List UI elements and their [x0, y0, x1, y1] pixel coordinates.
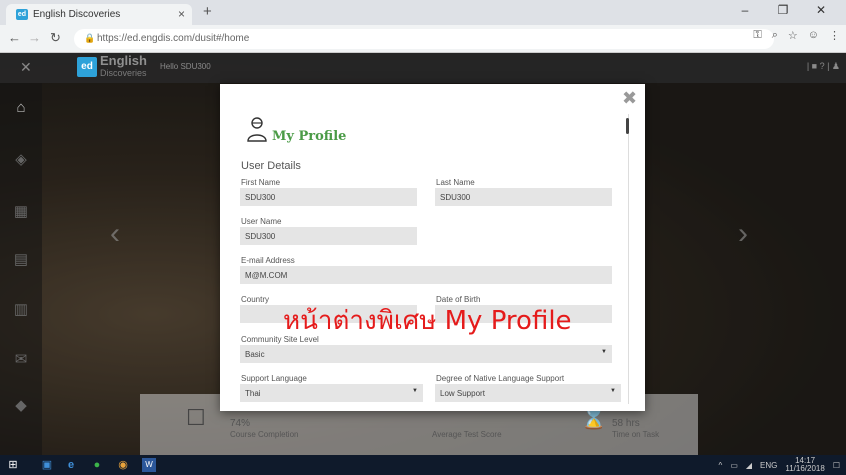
completion-icon: ☐	[186, 405, 206, 430]
greeting: Hello SDU300	[160, 62, 211, 71]
header-controls[interactable]: | ■ ? | ♟	[807, 61, 840, 72]
carousel-next-icon[interactable]: ›	[738, 217, 748, 251]
first-name-field[interactable]: SDU300	[240, 188, 417, 206]
modal-scrollbar-thumb[interactable]	[626, 118, 629, 134]
browser-tab[interactable]: ed English Discoveries ×	[6, 4, 192, 25]
chevron-down-icon: ▼	[412, 388, 418, 394]
system-tray: ^ ▭ ◢ ENG 14:17 11/16/2018 ☐	[719, 457, 840, 473]
sidebar: ⌂ ◈ ▦ ▤ ▥ ✉ ◆	[0, 83, 42, 455]
home-icon[interactable]: ⌂	[10, 97, 32, 119]
menu-dots-icon[interactable]: ⋮	[829, 29, 840, 42]
last-name-label: Last Name	[436, 178, 475, 187]
support-language-select[interactable]: Thai ▼	[240, 384, 423, 402]
app-close-icon[interactable]: ✕	[20, 59, 32, 76]
community-level-select[interactable]: Basic ▼	[240, 345, 612, 363]
zoom-icon[interactable]: ⌕	[772, 29, 778, 42]
restore-button[interactable]: ❐	[764, 3, 802, 21]
key-icon[interactable]: ⚿	[753, 29, 761, 42]
carousel-prev-icon[interactable]: ‹	[110, 217, 120, 251]
community-icon[interactable]: ◆	[10, 395, 32, 417]
native-support-select[interactable]: Low Support ▼	[435, 384, 621, 402]
taskbar: ⊞ ▣ e ● ◉ W ^ ▭ ◢ ENG 14:17 11/16/2018 ☐	[0, 455, 846, 475]
email-label: E-mail Address	[241, 256, 295, 265]
windows-start-icon[interactable]: ⊞	[6, 458, 20, 472]
url-text: https://ed.engdis.com/dusit#/home	[97, 33, 250, 44]
tab-title: English Discoveries	[33, 9, 121, 20]
logo-word: English	[100, 53, 147, 68]
input-language[interactable]: ENG	[760, 461, 777, 470]
app-header: ✕ ed English Discoveries Hello SDU300 | …	[0, 53, 846, 83]
word-icon[interactable]: W	[142, 458, 156, 472]
avg-score-label: Average Test Score	[432, 430, 502, 439]
minimize-button[interactable]: –	[726, 3, 764, 21]
messages-icon[interactable]: ✉	[10, 349, 32, 371]
time-label: Time on Task	[612, 430, 660, 439]
forward-icon[interactable]: →	[28, 30, 41, 45]
native-support-label: Degree of Native Language Support	[436, 374, 565, 383]
bookmark-star-icon[interactable]: ☆	[788, 29, 798, 42]
back-icon[interactable]: ←	[8, 30, 21, 45]
modal-scrollbar-track[interactable]	[628, 114, 629, 404]
first-name-label: First Name	[241, 178, 281, 187]
ed-logo-icon: ed	[77, 57, 97, 77]
progress-icon[interactable]: ▥	[10, 299, 32, 321]
user-name-label: User Name	[241, 217, 282, 226]
toolbar-icons: ⚿ ⌕ ☆ ☺ ⋮	[753, 29, 840, 42]
modal-title: My Profile	[272, 129, 347, 144]
ed-favicon-icon: ed	[16, 9, 28, 20]
logo-subtitle: Discoveries	[100, 68, 147, 78]
lock-icon: 🔒	[84, 33, 96, 43]
user-profile-icon	[247, 117, 267, 142]
overlay-caption: หน้าต่างพิเศษ My Profile	[283, 306, 572, 336]
tab-close-icon[interactable]: ×	[178, 7, 185, 21]
chat-app-icon[interactable]: ●	[90, 458, 104, 472]
completion-value: 74%	[230, 418, 251, 429]
my-profile-modal: ✖ My Profile User Details First Name SDU…	[220, 84, 645, 411]
section-title: User Details	[241, 160, 301, 172]
country-label: Country	[241, 295, 270, 304]
browser-tabstrip: ed English Discoveries × + – ❐ ✕	[0, 0, 846, 25]
native-support-value: Low Support	[440, 389, 485, 398]
new-tab-button[interactable]: +	[203, 3, 212, 20]
support-language-label: Support Language	[241, 374, 307, 383]
courses-icon[interactable]: ◈	[10, 149, 32, 171]
chrome-icon[interactable]: ◉	[116, 458, 130, 472]
window-controls: – ❐ ✕	[726, 3, 840, 21]
chevron-down-icon: ▼	[601, 349, 607, 355]
chevron-down-icon: ▼	[610, 388, 616, 394]
time-value: 58 hrs	[612, 418, 640, 429]
classes-icon[interactable]: ▦	[10, 201, 32, 223]
completion-label: Course Completion	[230, 430, 299, 439]
close-icon[interactable]: ✖	[622, 88, 637, 109]
close-window-button[interactable]: ✕	[802, 3, 840, 21]
clock-date: 11/16/2018	[785, 464, 825, 473]
tray-arrow-icon[interactable]: ^	[719, 461, 723, 470]
clock[interactable]: 14:17 11/16/2018	[785, 457, 824, 473]
network-icon[interactable]: ▭	[730, 461, 738, 470]
edge-browser-icon[interactable]: e	[64, 458, 78, 472]
assignments-icon[interactable]: ▤	[10, 249, 32, 271]
user-name-field[interactable]: SDU300	[240, 227, 417, 245]
support-language-value: Thai	[245, 389, 261, 398]
volume-icon[interactable]: ◢	[746, 461, 752, 470]
reload-icon[interactable]: ↻	[50, 30, 61, 46]
email-field[interactable]: M@M.COM	[240, 266, 612, 284]
browser-toolbar: ← → ↻ 🔒 https://ed.engdis.com/dusit#/hom…	[0, 25, 846, 53]
profile-avatar-icon[interactable]: ☺	[808, 29, 819, 42]
notifications-icon[interactable]: ☐	[833, 461, 840, 470]
last-name-field[interactable]: SDU300	[435, 188, 612, 206]
task-view-icon[interactable]: ▣	[40, 458, 54, 472]
address-bar[interactable]: 🔒 https://ed.engdis.com/dusit#/home	[74, 29, 774, 49]
community-level-value: Basic	[245, 350, 265, 359]
